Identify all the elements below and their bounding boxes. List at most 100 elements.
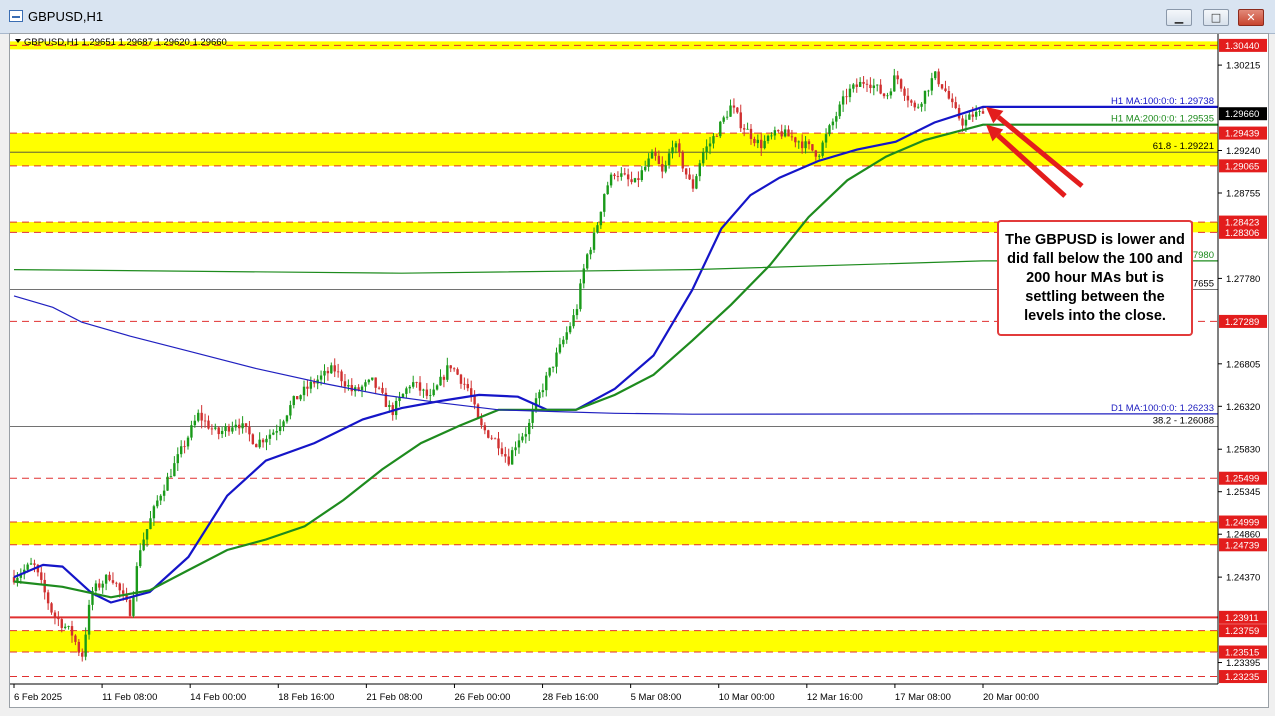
candle-body [517, 440, 521, 448]
candle-body [340, 371, 343, 382]
ma-label: H1 MA:200:0:0: 1.29535 [1111, 114, 1214, 125]
candle-body [483, 425, 487, 431]
candle-body [200, 412, 203, 421]
candle-body [50, 603, 53, 613]
candle-body [807, 141, 811, 145]
candle-body [470, 388, 473, 396]
candle-body [954, 102, 957, 109]
candle-body [183, 446, 186, 448]
candle-body [381, 387, 384, 393]
candle-body [545, 375, 548, 391]
candle-body [729, 105, 732, 117]
candle-body [272, 432, 275, 435]
candle-body [794, 137, 797, 143]
price-badge-label: 1.29065 [1225, 161, 1259, 172]
candle-body [456, 369, 459, 375]
candle-body [74, 635, 77, 642]
candle-body [640, 170, 644, 181]
candle-body [145, 529, 149, 540]
candle-body [773, 130, 777, 136]
candle-body [879, 84, 882, 94]
candle-body [568, 326, 572, 333]
candle-body [234, 424, 237, 428]
candle-body [606, 185, 609, 195]
candle-body [292, 396, 295, 406]
candle-body [507, 456, 510, 465]
price-badge-label: 1.24999 [1225, 518, 1259, 529]
candle-body [265, 438, 268, 443]
candle-body [787, 129, 790, 137]
x-tick-label: 6 Feb 2025 [14, 692, 62, 703]
price-badge-label: 1.25499 [1225, 474, 1259, 485]
candle-body [429, 395, 432, 396]
yellow-zone [10, 522, 1218, 545]
candle-body [60, 619, 63, 628]
candle-body [586, 254, 589, 269]
candle-body [261, 439, 265, 443]
candle-body [555, 352, 558, 367]
x-tick-label: 12 Mar 16:00 [807, 692, 863, 703]
candle-body [678, 143, 681, 153]
yellow-zone [10, 630, 1218, 653]
candle-body [736, 107, 739, 113]
candle-body [974, 111, 978, 117]
candle-body [514, 447, 517, 451]
candle-body [493, 438, 497, 440]
candle-body [790, 136, 794, 138]
candle-body [558, 344, 562, 353]
candle-body [309, 381, 313, 389]
candle-body [521, 436, 524, 441]
candle-body [746, 128, 749, 130]
candle-body [831, 121, 835, 126]
candle-body [227, 426, 231, 432]
candle-body [115, 582, 118, 584]
candle-body [268, 434, 272, 439]
candle-body [589, 249, 592, 255]
candle-body [760, 139, 763, 149]
candle-body [616, 176, 620, 177]
x-tick-label: 28 Feb 16:00 [543, 692, 599, 703]
candle-body [63, 626, 67, 628]
candle-body [439, 376, 442, 386]
candle-body [111, 580, 115, 583]
candle-body [702, 152, 705, 164]
candle-body [650, 151, 654, 159]
candle-body [981, 111, 985, 114]
candle-body [302, 386, 306, 396]
maximize-button[interactable]: □ [1203, 9, 1229, 26]
candle-body [220, 430, 224, 435]
candle-body [476, 404, 480, 419]
candle-body [626, 174, 630, 180]
candle-body [101, 583, 104, 588]
candle-body [664, 165, 667, 172]
candle-body [278, 426, 282, 432]
chart-area[interactable]: H1 MA:100:0:0: 1.29738 H1 MA:200:0:0: 1.2… [9, 33, 1269, 708]
candle-body [388, 405, 391, 407]
close-button[interactable]: ✕ [1238, 9, 1264, 26]
candle-body [644, 166, 647, 171]
window-title: GBPUSD,H1 [28, 9, 104, 24]
candle-body [53, 612, 57, 617]
candle-body [777, 130, 780, 132]
candle-body [876, 84, 879, 86]
candle-body [531, 410, 534, 423]
candle-body [705, 146, 708, 153]
candle-body [487, 430, 490, 438]
candle-body [132, 596, 135, 616]
candle-body [862, 81, 865, 84]
candle-body [425, 389, 429, 396]
candle-body [401, 393, 405, 398]
candle-body [732, 105, 736, 108]
x-tick-label: 5 Mar 08:00 [631, 692, 682, 703]
annotation-callout: The GBPUSD is lower and did fall below t… [997, 220, 1193, 336]
minimize-button[interactable]: ▁ [1166, 9, 1192, 26]
candle-body [818, 155, 821, 157]
candle-body [661, 164, 664, 172]
candle-body [845, 96, 848, 98]
y-tick-label: 1.28755 [1226, 188, 1260, 199]
candle-body [176, 454, 179, 464]
candle-body [299, 395, 302, 400]
candle-body [139, 550, 142, 567]
candle-body [118, 583, 121, 591]
price-badge-label: 1.29439 [1225, 129, 1259, 140]
